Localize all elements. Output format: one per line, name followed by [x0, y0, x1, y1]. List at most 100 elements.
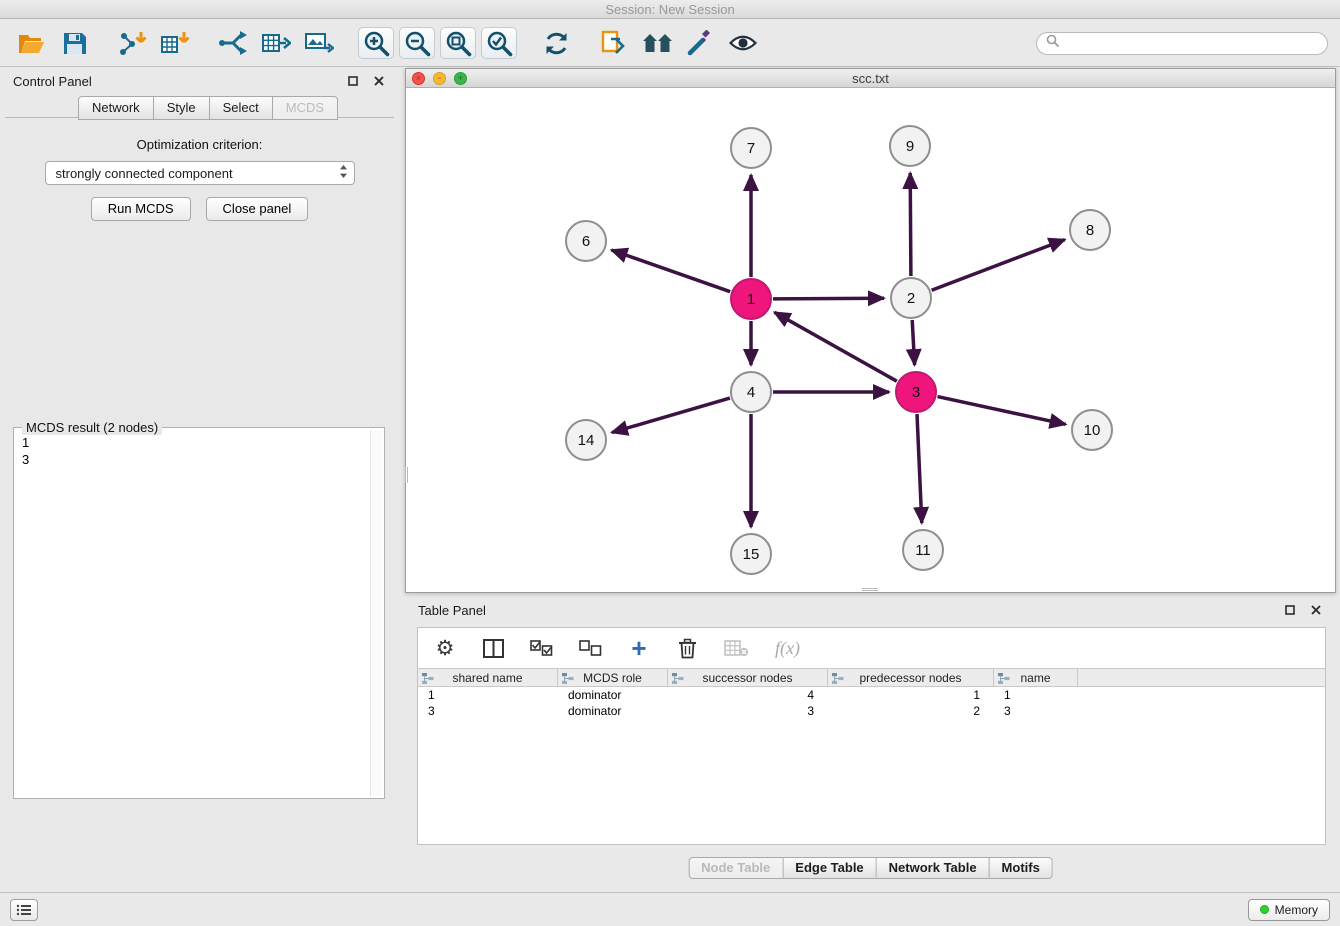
search-input[interactable]	[1065, 36, 1318, 51]
graph-node-10[interactable]: 10	[1072, 410, 1112, 450]
graph-node-label: 2	[907, 290, 915, 307]
close-table-panel-icon[interactable]	[1309, 603, 1323, 617]
window-close-icon[interactable]: ×	[412, 72, 425, 85]
result-scrollbar[interactable]	[370, 430, 382, 796]
memory-button[interactable]: Memory	[1248, 899, 1330, 921]
column-header-shared-name[interactable]: shared name	[418, 669, 558, 686]
graph-node-6[interactable]: 6	[566, 221, 606, 261]
window-minimize-icon[interactable]: −	[433, 72, 446, 85]
table-row[interactable]: 1dominator411	[418, 687, 1325, 703]
table-settings-icon[interactable]: ⚙	[434, 636, 456, 660]
show-panels-menu-icon[interactable]	[10, 899, 38, 921]
graph-node-label: 4	[747, 384, 755, 401]
tab-select[interactable]: Select	[210, 96, 273, 120]
zoom-in-icon[interactable]	[358, 27, 394, 59]
tab-network[interactable]: Network	[78, 96, 154, 120]
wand-icon[interactable]	[681, 26, 719, 60]
memory-label: Memory	[1275, 903, 1318, 917]
graph-edge-4-14[interactable]	[612, 398, 730, 432]
zoom-fit-icon[interactable]	[440, 27, 476, 59]
graph-edge-3-10[interactable]	[938, 397, 1066, 425]
graph-node-7[interactable]: 7	[731, 128, 771, 168]
column-header-name[interactable]: name	[994, 669, 1078, 686]
first-neighbors-icon[interactable]	[638, 26, 676, 60]
control-panel-header: Control Panel	[3, 68, 396, 94]
tab-edge-table[interactable]: Edge Table	[783, 857, 876, 879]
eye-icon[interactable]	[724, 26, 762, 60]
close-panel-button[interactable]: Close panel	[206, 197, 309, 221]
import-network-icon[interactable]	[113, 26, 151, 60]
graph-edge-2-9[interactable]	[910, 173, 911, 276]
apply-layout-icon[interactable]	[537, 26, 575, 60]
graph-node-8[interactable]: 8	[1070, 210, 1110, 250]
pane-resize-grip-horizontal[interactable]	[862, 588, 878, 593]
table-tabs: Node TableEdge TableNetwork TableMotifs	[688, 857, 1053, 879]
graph-node-14[interactable]: 14	[566, 420, 606, 460]
graph-node-4[interactable]: 4	[731, 372, 771, 412]
tab-motifs[interactable]: Motifs	[990, 857, 1053, 879]
tab-style[interactable]: Style	[154, 96, 210, 120]
column-header-successor-nodes[interactable]: successor nodes	[668, 669, 828, 686]
zoom-selected-icon[interactable]	[481, 27, 517, 59]
table-cell[interactable]: 3	[418, 704, 558, 718]
column-header-predecessor-nodes[interactable]: predecessor nodes	[828, 669, 994, 686]
graph-node-15[interactable]: 15	[731, 534, 771, 574]
export-table-icon[interactable]	[257, 26, 295, 60]
table-cell[interactable]: 1	[994, 688, 1078, 702]
graph-edge-1-2[interactable]	[773, 298, 884, 299]
run-mcds-button[interactable]: Run MCDS	[91, 197, 191, 221]
graph-node-3[interactable]: 3	[896, 372, 936, 412]
open-session-icon[interactable]	[12, 26, 50, 60]
graph-edge-3-1[interactable]	[775, 312, 897, 381]
table-panel-title: Table Panel	[418, 603, 486, 618]
sort-icon	[832, 673, 844, 684]
graph-edge-3-11[interactable]	[917, 414, 922, 523]
network-canvas[interactable]: 7 9 6 8 1 2 4 3 14 10 15 11	[406, 88, 1335, 591]
graph-node-label: 3	[912, 384, 920, 401]
float-panel-icon[interactable]	[346, 74, 360, 88]
select-all-columns-icon[interactable]	[530, 636, 553, 660]
sort-icon	[672, 673, 684, 684]
tab-node-table[interactable]: Node Table	[688, 857, 783, 879]
delete-column-icon[interactable]	[676, 636, 698, 660]
table-cell[interactable]: 1	[418, 688, 558, 702]
network-canvas-svg[interactable]: 7 9 6 8 1 2 4 3 14 10 15 11	[406, 88, 1335, 591]
tab-mcds[interactable]: MCDS	[273, 96, 338, 120]
graph-edge-1-6[interactable]	[612, 250, 731, 292]
memory-status-icon	[1260, 905, 1269, 914]
table-cell[interactable]: dominator	[558, 688, 668, 702]
clone-network-icon[interactable]	[595, 26, 633, 60]
float-table-panel-icon[interactable]	[1283, 603, 1297, 617]
export-network-icon[interactable]	[214, 26, 252, 60]
save-session-icon[interactable]	[55, 26, 93, 60]
table-row[interactable]: 3dominator323	[418, 703, 1325, 719]
graph-node-9[interactable]: 9	[890, 126, 930, 166]
zoom-out-icon[interactable]	[399, 27, 435, 59]
deselect-all-columns-icon[interactable]	[579, 636, 602, 660]
table-panel-header: Table Panel	[405, 597, 1336, 623]
pane-resize-grip-vertical[interactable]	[405, 467, 410, 483]
table-cell[interactable]: 1	[828, 688, 994, 702]
table-cell[interactable]: 4	[668, 688, 828, 702]
column-header-MCDS-role[interactable]: MCDS role	[558, 669, 668, 686]
window-zoom-icon[interactable]: +	[454, 72, 467, 85]
optimization-criterion-select[interactable]: strongly connected component	[45, 161, 355, 185]
tab-network-table[interactable]: Network Table	[877, 857, 990, 879]
main-toolbar	[0, 20, 1340, 67]
table-cell[interactable]: dominator	[558, 704, 668, 718]
table-cell[interactable]: 3	[668, 704, 828, 718]
export-image-icon[interactable]	[300, 26, 338, 60]
graph-node-11[interactable]: 11	[903, 530, 943, 570]
graph-edge-2-3[interactable]	[912, 320, 914, 365]
add-column-icon[interactable]: +	[628, 636, 650, 660]
table-cell[interactable]: 2	[828, 704, 994, 718]
sort-icon	[998, 673, 1010, 684]
graph-edge-2-8[interactable]	[932, 240, 1065, 291]
table-cell[interactable]: 3	[994, 704, 1078, 718]
import-table-icon[interactable]	[156, 26, 194, 60]
close-panel-icon[interactable]	[372, 74, 386, 88]
graph-node-2[interactable]: 2	[891, 278, 931, 318]
show-columns-icon[interactable]	[482, 636, 504, 660]
status-bar: Memory	[0, 892, 1340, 926]
graph-node-1[interactable]: 1	[731, 279, 771, 319]
